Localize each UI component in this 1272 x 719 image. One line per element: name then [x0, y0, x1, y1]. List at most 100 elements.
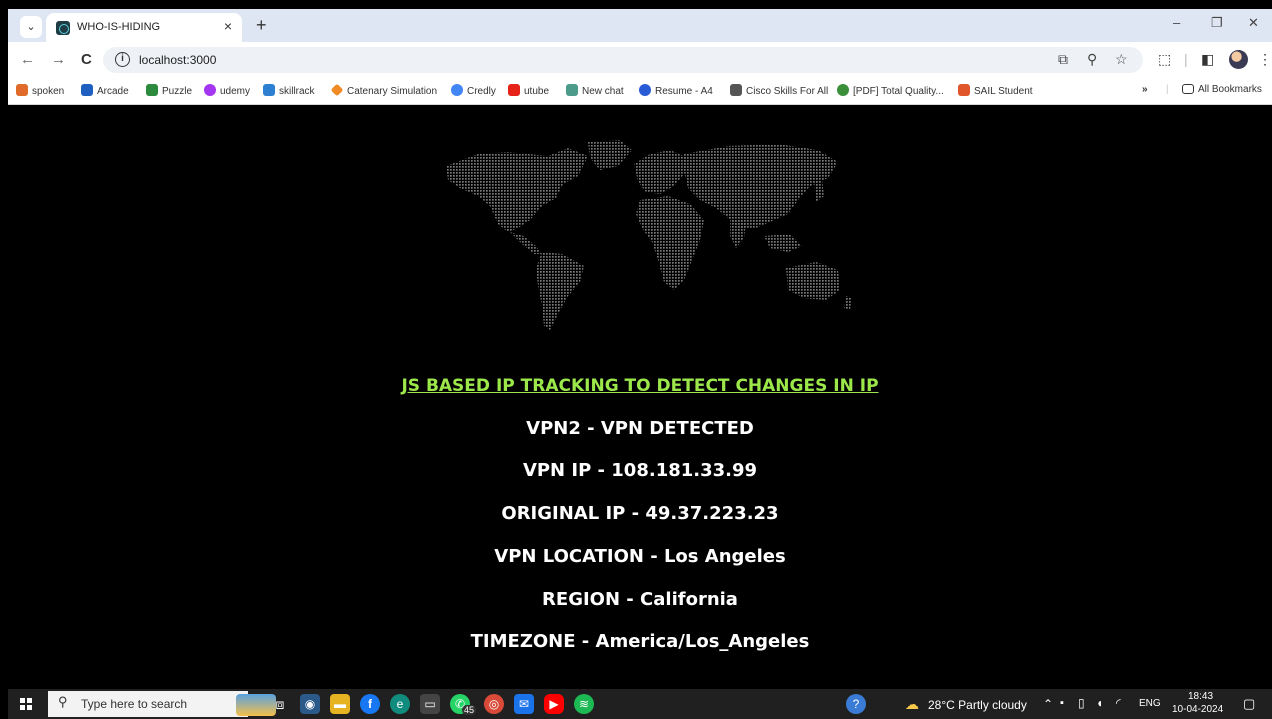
menu-kebab-icon[interactable]: ⋮: [1258, 51, 1272, 68]
close-window-button[interactable]: ✕: [1248, 15, 1259, 31]
bookmark-pdf-tqm[interactable]: [PDF] Total Quality...: [837, 84, 944, 97]
address-bar[interactable]: i localhost:3000 ⧉ ⚲ ☆: [103, 47, 1143, 73]
file-explorer-icon[interactable]: ▬: [330, 694, 350, 714]
forward-button[interactable]: →: [51, 51, 66, 68]
cisco-favicon-icon: [730, 84, 742, 96]
network-icon[interactable]: ▪: [1060, 697, 1064, 709]
bookmark-label: New chat: [582, 86, 624, 97]
profile-avatar[interactable]: [1229, 50, 1248, 69]
bookmark-label: Puzzle: [162, 86, 193, 97]
vpn-ip-text: VPN IP - 108.181.33.99: [522, 460, 758, 481]
puzzle-favicon-icon: [146, 84, 158, 96]
extensions-icon[interactable]: ⬚: [1158, 51, 1171, 68]
tab-search-chevron-icon[interactable]: ⌄: [20, 16, 42, 38]
tab-close-icon[interactable]: ×: [224, 18, 232, 34]
minimize-button[interactable]: –: [1173, 15, 1180, 30]
tab-title: WHO-IS-HIDING: [77, 21, 161, 33]
bookmark-catenary[interactable]: Catenary Simulation: [330, 83, 438, 97]
sail-favicon-icon: [958, 84, 970, 96]
camera-app-icon[interactable]: ◉: [300, 694, 320, 714]
region-text: REGION - California: [542, 589, 738, 610]
bookmark-skillrack[interactable]: skillrack: [263, 84, 315, 97]
tab-strip: ⌄ WHO-IS-HIDING × + – ❐ ✕: [8, 9, 1272, 42]
bookmark-label: spoken: [32, 86, 65, 97]
bookmark-arcade[interactable]: Arcade: [81, 84, 129, 97]
bookmark-star-icon[interactable]: ☆: [1115, 51, 1128, 68]
folder-icon: [1182, 84, 1194, 94]
tab-who-is-hiding[interactable]: WHO-IS-HIDING ×: [46, 13, 242, 42]
taskbar-search-box[interactable]: ⚲ Type here to search: [48, 691, 276, 717]
spoken-favicon-icon: [16, 84, 28, 96]
side-panel-icon[interactable]: ◧: [1201, 51, 1214, 68]
clock-date[interactable]: 10-04-2024: [1172, 704, 1223, 715]
original-ip-text: ORIGINAL IP - 49.37.223.23: [501, 503, 779, 524]
edge-browser-icon[interactable]: e: [390, 694, 410, 714]
youtube-favicon-icon: [508, 84, 520, 96]
vpn-location-text: VPN LOCATION - Los Angeles: [494, 546, 786, 567]
youtube-icon[interactable]: ▶: [544, 694, 564, 714]
weather-icon[interactable]: ☁: [902, 694, 922, 714]
bookmark-label: [PDF] Total Quality...: [853, 86, 944, 97]
bookmark-label: Cisco Skills For All: [746, 86, 829, 97]
taskbar-search-input[interactable]: Type here to search: [81, 697, 187, 711]
page-heading[interactable]: JS BASED IP TRACKING TO DETECT CHANGES I…: [8, 376, 1272, 396]
bookmark-label: Catenary Simulation: [347, 86, 438, 97]
tray-chevron-icon[interactable]: ⌃: [1043, 697, 1053, 711]
timezone-text: TIMEZONE - America/Los_Angeles: [470, 631, 810, 652]
back-button[interactable]: ←: [20, 51, 35, 68]
zoom-icon[interactable]: ⚲: [1087, 51, 1097, 68]
bookmark-resume[interactable]: Resume - A4: [639, 84, 713, 97]
site-info-icon[interactable]: i: [115, 52, 130, 67]
search-icon: ⚲: [58, 694, 68, 709]
notification-center-icon[interactable]: ▢: [1243, 696, 1255, 712]
bookmark-label: utube: [524, 86, 550, 97]
windows-taskbar: ⚲ Type here to search ⧈ ◉ ▬ f e ▭ ✆ 45 ◎…: [8, 689, 1272, 719]
bookmark-label: Resume - A4: [655, 86, 713, 97]
bookmark-new-chat[interactable]: New chat: [566, 84, 624, 97]
weather-text[interactable]: 28°C Partly cloudy: [928, 698, 1027, 712]
all-bookmarks-label: All Bookmarks: [1198, 84, 1262, 95]
task-view-icon[interactable]: ⧈: [270, 694, 290, 714]
bookmarks-divider: |: [1166, 84, 1169, 95]
world-map-dotted-image: [446, 140, 852, 330]
browser-toolbar: ← → C i localhost:3000 ⧉ ⚲ ☆ ⬚ | ◧ ⋮: [8, 42, 1272, 78]
facebook-icon[interactable]: f: [360, 694, 380, 714]
url-text[interactable]: localhost:3000: [139, 53, 216, 67]
page-content: JS BASED IP TRACKING TO DETECT CHANGES I…: [8, 106, 1272, 689]
maximize-button[interactable]: ❐: [1211, 15, 1223, 31]
react-favicon-icon: [56, 21, 70, 35]
bookmark-cisco[interactable]: Cisco Skills For All: [730, 84, 828, 97]
skillrack-favicon-icon: [263, 84, 275, 96]
new-tab-button[interactable]: +: [256, 15, 267, 36]
spotify-icon[interactable]: ≋: [574, 694, 594, 714]
mail-icon[interactable]: ✉: [514, 694, 534, 714]
battery-icon[interactable]: ▯: [1078, 696, 1085, 710]
credly-favicon-icon: [451, 84, 463, 96]
vpn-status-text: VPN2 - VPN DETECTED: [526, 418, 754, 439]
bookmark-sail[interactable]: SAIL Student: [958, 84, 1033, 97]
clock-time[interactable]: 18:43: [1188, 691, 1213, 702]
bookmark-spoken[interactable]: spoken: [16, 84, 64, 97]
language-indicator[interactable]: ENG: [1139, 698, 1161, 709]
help-app-icon[interactable]: ?: [846, 694, 866, 714]
bookmark-utube[interactable]: utube: [508, 84, 549, 97]
terminal-icon[interactable]: ▭: [420, 694, 440, 714]
volume-icon[interactable]: ◖: [1096, 696, 1103, 710]
windows-start-icon[interactable]: [20, 698, 32, 710]
bookmark-udemy[interactable]: udemy: [204, 84, 250, 97]
cast-icon[interactable]: ⧉: [1058, 51, 1068, 68]
chrome-browser-icon[interactable]: ◎: [484, 694, 504, 714]
bookmark-credly[interactable]: Credly: [451, 84, 496, 97]
reload-button[interactable]: C: [81, 51, 92, 68]
bookmark-label: udemy: [220, 86, 251, 97]
resume-favicon-icon: [639, 84, 651, 96]
bookmark-label: Arcade: [97, 86, 129, 97]
whatsapp-badge: 45: [462, 705, 477, 715]
wifi-icon[interactable]: ◜: [1116, 696, 1121, 710]
all-bookmarks-button[interactable]: All Bookmarks: [1182, 84, 1262, 95]
pdf-favicon-icon: [837, 84, 849, 96]
bookmarks-overflow-button[interactable]: »: [1142, 84, 1148, 95]
bookmark-puzzle[interactable]: Puzzle: [146, 84, 192, 97]
toolbar-divider: |: [1184, 51, 1188, 67]
arcade-favicon-icon: [81, 84, 93, 96]
